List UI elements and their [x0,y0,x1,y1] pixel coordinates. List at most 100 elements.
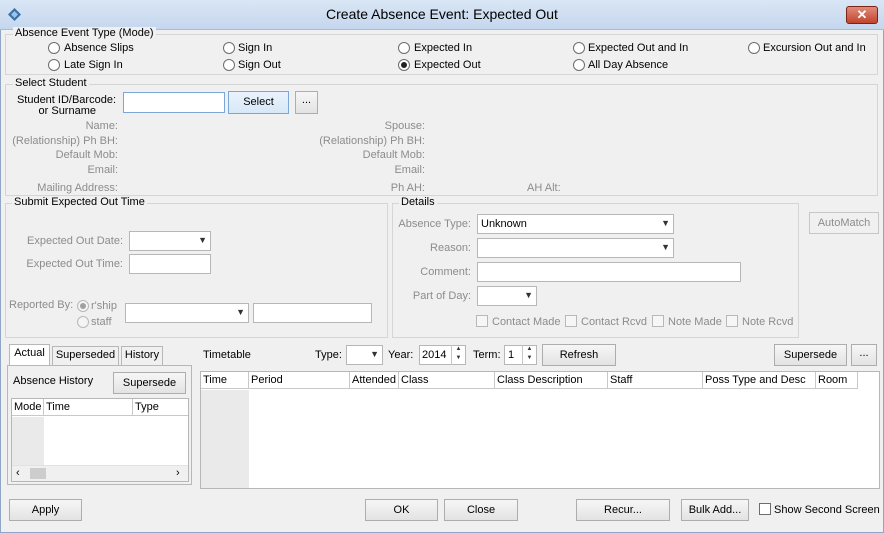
window-title: Create Absence Event: Expected Out [326,6,558,22]
radio-label: Expected Out [414,59,481,71]
column-header-room[interactable]: Room [816,372,858,389]
radio-indicator-selected [77,300,89,313]
radio-indicator [48,42,60,55]
column-header-poss-type[interactable]: Poss Type and Desc [703,372,816,389]
year-value: 2014 [422,349,447,361]
reason-select[interactable]: ▼ [477,238,674,258]
note-made-checkbox[interactable] [652,315,664,328]
column-header-class-description[interactable]: Class Description [495,372,608,389]
timetable-type-select[interactable]: ▼ [346,345,383,365]
automatch-button[interactable]: AutoMatch [809,212,879,234]
radio-indicator [573,42,585,55]
apply-button[interactable]: Apply [9,499,82,521]
term-value: 1 [508,349,515,361]
column-header-class[interactable]: Class [399,372,495,389]
mode-group-label: Absence Event Type (Mode) [13,27,156,39]
column-header-staff[interactable]: Staff [608,372,703,389]
term-label: Term: [473,349,501,361]
spouse-email-label: Email: [394,164,425,176]
reported-by-input[interactable] [253,303,372,323]
scroll-right-icon[interactable]: › [176,467,180,479]
tab-superseded[interactable]: Superseded [52,346,119,365]
email-label: Email: [87,164,118,176]
scroll-thumb[interactable] [30,468,46,479]
spin-down-icon[interactable]: ▼ [523,354,536,363]
close-window-button[interactable]: ✕ [846,6,878,24]
grid-header: Time Period Attended Class Class Descrip… [201,372,858,389]
chevron-down-icon: ▼ [236,307,245,317]
spin-up-icon[interactable]: ▲ [523,345,536,354]
radio-absence-slips[interactable] [48,42,60,55]
radio-rship[interactable] [77,300,89,313]
rship-label: r'ship [91,300,117,312]
student-more-button[interactable]: ... [295,91,318,114]
radio-expected-out[interactable] [398,59,410,72]
note-rcvd-checkbox[interactable] [726,315,738,328]
timetable-more-button[interactable]: ... [851,344,877,366]
column-header-time[interactable]: Time [44,399,133,416]
spouse-default-mob-label: Default Mob: [362,149,425,161]
show-second-screen-checkbox[interactable] [759,503,771,516]
scroll-left-icon[interactable]: ‹ [16,467,20,479]
column-header-attended[interactable]: Attended [350,372,399,389]
spin-down-icon[interactable]: ▼ [452,354,465,363]
radio-indicator [398,42,410,55]
term-stepper[interactable]: 1 ▲ ▼ [504,345,537,365]
term-spin-buttons[interactable]: ▲ ▼ [522,345,536,365]
radio-indicator [77,316,89,329]
comment-input[interactable] [477,262,741,282]
radio-sign-in[interactable] [223,42,235,55]
column-header-mode[interactable]: Mode [12,399,44,416]
note-made-label: Note Made [668,316,722,328]
ok-button[interactable]: OK [365,499,438,521]
submit-group-label: Submit Expected Out Time [12,196,147,208]
tab-actual[interactable]: Actual [9,344,50,365]
radio-sign-out[interactable] [223,59,235,72]
timetable-grid: Time Period Attended Class Class Descrip… [200,371,880,489]
absence-type-select[interactable]: Unknown ▼ [477,214,674,234]
radio-indicator [223,42,235,55]
close-button[interactable]: Close [444,499,518,521]
radio-label: Sign Out [238,59,281,71]
contact-made-checkbox[interactable] [476,315,488,328]
timetable-supersede-button[interactable]: Supersede [774,344,847,366]
year-spin-buttons[interactable]: ▲ ▼ [451,345,465,365]
radio-expected-in[interactable] [398,42,410,55]
expected-out-time-input[interactable] [129,254,211,274]
surname-label: or Surname [38,105,96,117]
part-of-day-select[interactable]: ▼ [477,286,537,306]
relationship-ph-bh-label: (Relationship) Ph BH: [12,135,118,147]
show-second-screen-label: Show Second Screen [774,504,880,516]
history-supersede-button[interactable]: Supersede [113,372,186,394]
spin-up-icon[interactable]: ▲ [452,345,465,354]
radio-label: Expected In [414,42,473,54]
radio-all-day-absence[interactable] [573,59,585,72]
expected-out-time-label: Expected Out Time: [26,258,123,270]
bulk-add-button[interactable]: Bulk Add... [681,499,749,521]
details-group-label: Details [399,196,437,208]
year-stepper[interactable]: 2014 ▲ ▼ [419,345,466,365]
horizontal-scrollbar[interactable]: ‹ › [12,465,188,481]
tab-history[interactable]: History [121,346,163,365]
radio-label: All Day Absence [588,59,669,71]
column-header-time[interactable]: Time [201,372,249,389]
contact-rcvd-checkbox[interactable] [565,315,577,328]
checkbox-box [565,315,577,328]
recur-button[interactable]: Recur... [576,499,670,521]
radio-staff[interactable] [77,316,89,329]
select-student-button[interactable]: Select [228,91,289,114]
contact-made-label: Contact Made [492,316,561,328]
radio-indicator [223,59,235,72]
radio-late-sign-in[interactable] [48,59,60,72]
radio-excursion-out-and-in[interactable] [748,42,760,55]
chevron-down-icon: ▼ [198,235,207,245]
column-header-type[interactable]: Type [133,399,188,416]
column-header-period[interactable]: Period [249,372,350,389]
student-id-input[interactable] [123,92,225,113]
refresh-button[interactable]: Refresh [542,344,616,366]
expected-out-date-picker[interactable]: ▼ [129,231,211,251]
reported-by-select[interactable]: ▼ [125,303,249,323]
type-label: Type: [315,349,342,361]
radio-expected-out-and-in[interactable] [573,42,585,55]
checkbox-box [652,315,664,328]
